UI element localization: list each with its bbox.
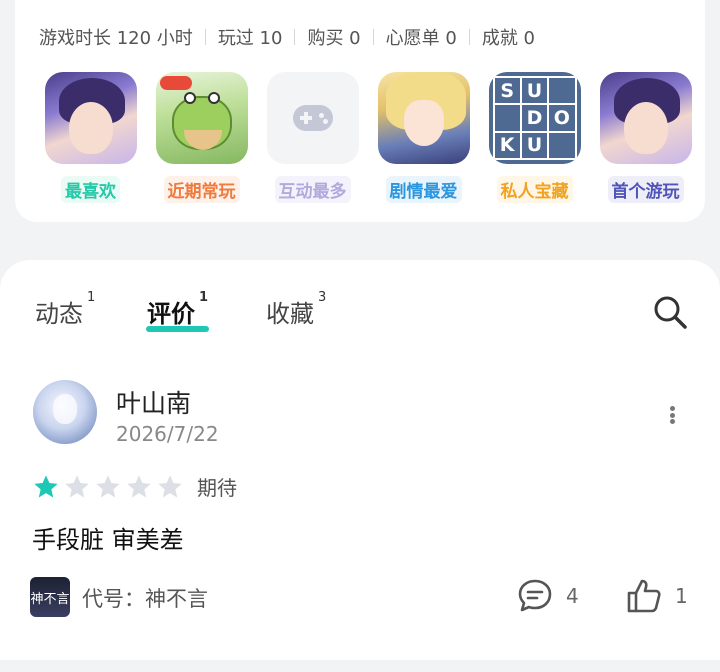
stat-divider xyxy=(372,29,374,45)
gamepad-icon xyxy=(292,105,333,131)
badge-favorite[interactable]: 最喜欢 xyxy=(35,72,146,203)
stat-play-time[interactable]: 游戏时长 120 小时 xyxy=(39,24,193,50)
gamepad-button xyxy=(318,113,324,118)
stat-wishlist[interactable]: 心愿单 0 xyxy=(386,24,457,50)
tab-collection[interactable]: 收藏 3 xyxy=(266,290,326,329)
tab-count: 1 xyxy=(87,290,96,305)
sudoku-cell: D xyxy=(521,105,548,131)
game-tag-shape xyxy=(159,76,192,90)
tab-activity[interactable]: 动态 1 xyxy=(35,290,95,329)
game-thumb-text: 神不言 xyxy=(30,591,70,607)
more-vertical-icon xyxy=(669,412,675,418)
tab-count: 1 xyxy=(199,290,209,305)
profile-stats-card: 游戏时长 120 小时 玩过 10 购买 0 心愿单 0 成就 0 最喜欢 近期… xyxy=(15,0,705,222)
stat-divider xyxy=(294,29,296,45)
active-tab-indicator xyxy=(146,326,209,332)
face-shape xyxy=(403,100,444,146)
game-thumbnail[interactable]: 神不言 xyxy=(30,577,70,617)
game-cover xyxy=(377,72,470,164)
game-badges: 最喜欢 近期常玩 互动最多 剧情最爱 S U D O K U 私人宝藏 首个游玩 xyxy=(35,72,701,203)
stat-divider xyxy=(468,29,470,45)
review-date: 2026/7/22 xyxy=(116,422,219,446)
stats-row: 游戏时长 120 小时 玩过 10 购买 0 心愿单 0 成就 0 xyxy=(39,24,535,50)
like-count: 1 xyxy=(675,584,688,608)
comment-button[interactable]: 4 xyxy=(516,577,579,615)
sudoku-cell xyxy=(549,132,575,158)
star-icon xyxy=(34,474,58,497)
game-cover: S U D O K U xyxy=(488,72,581,164)
stat-divider xyxy=(204,29,206,45)
sudoku-grid: S U D O K U xyxy=(492,76,577,160)
sudoku-cell: O xyxy=(549,105,575,131)
sudoku-cell xyxy=(549,78,575,104)
star-icon xyxy=(96,474,120,497)
tab-reviews[interactable]: 评价 1 xyxy=(147,290,208,329)
star-icon xyxy=(158,474,182,497)
tab-label: 评价 xyxy=(147,300,195,328)
badge-private-treasure[interactable]: S U D O K U 私人宝藏 xyxy=(479,72,590,203)
review-footer: 神不言 代号：神不言 4 1 xyxy=(0,575,720,617)
more-options-button[interactable] xyxy=(660,400,684,430)
badge-recent[interactable]: 近期常玩 xyxy=(146,72,257,203)
badge-label: 互动最多 xyxy=(274,176,351,203)
tab-count: 3 xyxy=(318,290,327,305)
frog-eye xyxy=(207,92,220,104)
reviews-panel: 动态 1 评价 1 收藏 3 叶山南 2026/7/22 期待 手段脏 审美差 … xyxy=(0,260,720,660)
sudoku-cell: K xyxy=(494,132,520,158)
rating-label: 期待 xyxy=(197,476,237,500)
game-cover xyxy=(44,72,137,164)
thumbs-up-icon xyxy=(627,579,661,613)
sudoku-cell: U xyxy=(521,78,548,104)
tab-bar: 动态 1 评价 1 收藏 3 xyxy=(0,260,720,342)
face-shape xyxy=(623,102,668,154)
search-icon xyxy=(654,296,687,329)
gamepad-button xyxy=(322,119,328,124)
badge-label: 首个游玩 xyxy=(607,176,684,203)
review-text: 手段脏 审美差 xyxy=(32,526,184,554)
stat-played[interactable]: 玩过 10 xyxy=(218,24,283,50)
frog-eye xyxy=(183,92,196,104)
more-vertical-icon xyxy=(669,419,675,424)
badge-label: 剧情最爱 xyxy=(385,176,462,203)
avatar[interactable] xyxy=(33,380,97,444)
badge-first-played[interactable]: 首个游玩 xyxy=(590,72,701,203)
game-cover xyxy=(155,72,248,164)
stat-achievements[interactable]: 成就 0 xyxy=(482,24,535,50)
star-icon xyxy=(127,474,151,497)
badge-most-interaction[interactable]: 互动最多 xyxy=(257,72,368,203)
badge-label: 最喜欢 xyxy=(61,176,120,203)
like-button[interactable]: 1 xyxy=(625,577,688,615)
star-icon xyxy=(65,474,89,497)
game-name-link[interactable]: 代号：神不言 xyxy=(82,583,208,613)
more-vertical-icon xyxy=(669,406,675,411)
comment-icon xyxy=(518,579,552,612)
badge-label: 近期常玩 xyxy=(163,176,240,203)
tab-label: 收藏 xyxy=(266,300,314,328)
game-cover xyxy=(599,72,692,164)
stars-container xyxy=(32,473,187,501)
face-shape xyxy=(68,102,113,154)
search-button[interactable] xyxy=(650,292,690,332)
review-username[interactable]: 叶山南 xyxy=(116,384,191,420)
star-rating: 期待 xyxy=(32,472,237,501)
comment-count: 4 xyxy=(566,584,579,608)
tab-label: 动态 xyxy=(35,300,83,328)
sudoku-cell: U xyxy=(521,132,548,158)
sudoku-cell: S xyxy=(494,78,520,104)
badge-story-favorite[interactable]: 剧情最爱 xyxy=(368,72,479,203)
stat-purchased[interactable]: 购买 0 xyxy=(307,24,360,50)
sudoku-cell xyxy=(494,105,520,131)
badge-label: 私人宝藏 xyxy=(496,176,573,203)
game-cover-placeholder xyxy=(266,72,359,164)
